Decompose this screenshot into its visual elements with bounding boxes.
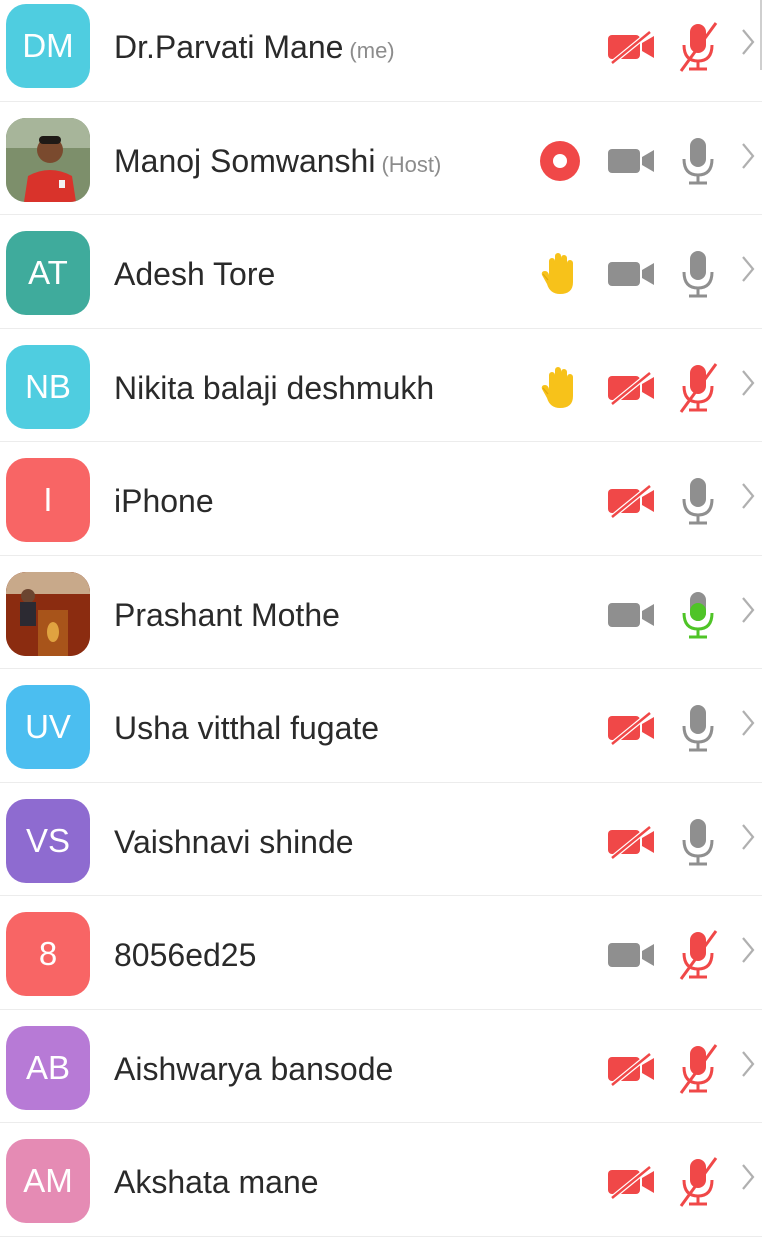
chevron-right-icon[interactable]	[740, 822, 756, 857]
participant-row[interactable]: VS Vaishnavi shinde	[0, 783, 762, 896]
participant-name-block: Usha vitthal fugate	[114, 710, 379, 747]
participant-name-block: Adesh Tore	[114, 256, 275, 293]
avatar-initials: NB	[6, 344, 90, 429]
participant-name: Adesh Tore	[114, 256, 276, 292]
video-on-icon	[606, 257, 658, 296]
participant-name-block: Nikita balaji deshmukh	[114, 370, 434, 407]
video-on-icon	[606, 598, 658, 637]
video-off-icon	[606, 1051, 658, 1091]
participant-row[interactable]: AM Akshata mane	[0, 1123, 762, 1237]
mic-on-icon	[678, 702, 722, 759]
chevron-right-icon[interactable]	[740, 481, 756, 516]
video-on-icon	[606, 144, 658, 183]
mic-on-icon	[678, 475, 722, 532]
avatar-photo	[6, 117, 90, 202]
participant-name: iPhone	[114, 483, 214, 519]
participant-row[interactable]: DM Dr.Parvati Mane (me)	[0, 0, 762, 102]
raised-hand-icon	[540, 364, 580, 415]
avatar-initials: VS	[6, 798, 90, 883]
avatar-initials: UV	[6, 685, 90, 769]
participant-name: Manoj Somwanshi	[114, 142, 376, 179]
video-on-icon	[606, 938, 658, 977]
chevron-right-icon[interactable]	[740, 254, 756, 289]
mic-muted-icon	[678, 362, 722, 419]
video-off-icon	[606, 30, 658, 69]
participant-name: Akshata mane	[114, 1164, 319, 1200]
chevron-right-icon[interactable]	[740, 595, 756, 630]
video-off-icon	[606, 824, 658, 864]
participant-row[interactable]: Prashant Mothe	[0, 556, 762, 669]
participant-name-block: Vaishnavi shinde	[114, 824, 354, 861]
participant-name: Dr.Parvati Mane	[114, 29, 344, 65]
participant-name: 8056ed25	[114, 937, 257, 973]
participant-name: Prashant Mothe	[114, 596, 340, 633]
participant-name-block: Dr.Parvati Mane (me)	[114, 29, 395, 66]
mic-muted-icon	[678, 21, 722, 78]
mic-on-icon	[678, 816, 722, 873]
video-off-icon	[606, 1165, 658, 1204]
participant-name-block: iPhone	[114, 483, 214, 520]
chevron-right-icon[interactable]	[740, 1162, 756, 1197]
participant-name-block: Akshata mane	[114, 1164, 319, 1201]
participants-list: DM Dr.Parvati Mane (me) Manoj Somwanshi (Ho…	[0, 0, 762, 1237]
video-off-icon	[606, 370, 658, 410]
participant-name: Vaishnavi shinde	[114, 823, 354, 860]
chevron-right-icon[interactable]	[740, 141, 756, 176]
avatar-photo	[6, 571, 90, 656]
participant-name-block: Manoj Somwanshi (Host)	[114, 143, 441, 180]
mic-muted-icon	[678, 1156, 722, 1213]
mic-muted-icon	[678, 929, 722, 986]
participant-name: Aishwarya bansode	[114, 1050, 394, 1087]
avatar-initials: DM	[6, 4, 90, 88]
participant-name: Usha vitthal fugate	[114, 710, 380, 746]
video-off-icon	[606, 711, 658, 750]
video-off-icon	[606, 484, 658, 523]
mic-on-icon	[678, 135, 722, 192]
participant-row[interactable]: Manoj Somwanshi (Host)	[0, 102, 762, 215]
mic-on-icon	[678, 248, 722, 305]
chevron-right-icon[interactable]	[740, 708, 756, 743]
participant-role-tag: (me)	[349, 38, 395, 63]
participant-row[interactable]: 8 8056ed25	[0, 896, 762, 1010]
avatar-initials: I	[6, 458, 90, 542]
participant-row[interactable]: IiPhone	[0, 442, 762, 556]
participant-row[interactable]: AT Adesh Tore	[0, 215, 762, 329]
raised-hand-icon	[540, 250, 580, 301]
participant-name: Nikita balaji deshmukh	[114, 369, 435, 406]
participant-row[interactable]: UV Usha vitthal fugate	[0, 669, 762, 783]
chevron-right-icon[interactable]	[740, 935, 756, 970]
participant-name-block: Aishwarya bansode	[114, 1051, 393, 1088]
avatar-initials: AB	[6, 1025, 90, 1110]
avatar-initials: AM	[6, 1139, 90, 1223]
avatar-initials: AT	[6, 231, 90, 315]
chevron-right-icon[interactable]	[740, 368, 756, 403]
recording-icon	[538, 139, 582, 188]
participant-name-block: 8056ed25	[114, 937, 256, 974]
participant-row[interactable]: AB Aishwarya bansode	[0, 1010, 762, 1123]
participant-name-block: Prashant Mothe	[114, 597, 340, 634]
mic-speaking-icon	[678, 589, 722, 646]
chevron-right-icon[interactable]	[740, 27, 756, 62]
avatar-initials: 8	[6, 912, 90, 996]
mic-muted-icon	[678, 1043, 722, 1100]
chevron-right-icon[interactable]	[740, 1049, 756, 1084]
participant-role-tag: (Host)	[381, 151, 442, 177]
participant-row[interactable]: NB Nikita balaji deshmukh	[0, 329, 762, 442]
